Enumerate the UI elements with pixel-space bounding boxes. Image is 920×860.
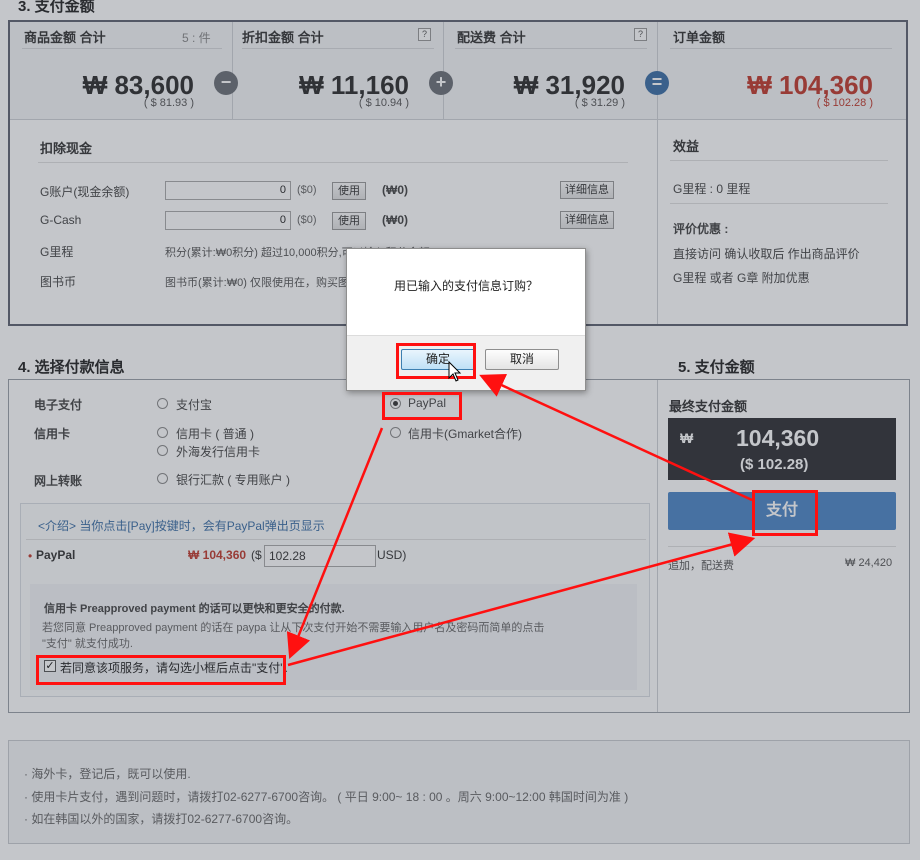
deduct-cash-title: 扣除现金 [40,141,93,156]
extra-shipping-label: 追加，配送费 [668,560,734,572]
radio-bank[interactable] [157,473,168,484]
discount-total-usd: ( $ 10.94 ) [358,97,409,109]
book-coin-text: 图书币(累计:₩0) 仅限使用在，购买图书时 [165,277,371,289]
credit-card-label: 信用卡 [34,427,71,441]
radio-card-normal[interactable] [157,427,168,438]
benefit-title: 效益 [673,139,700,154]
bullet-icon: • [28,549,33,563]
divider [22,48,222,49]
card-normal-label[interactable]: 信用卡 ( 普通 ) [176,425,254,442]
preapproved-title: 信用卡 Preapproved payment 的话可以更快和更安全的付款. [44,603,345,615]
order-total-label: 订单金额 [673,30,726,45]
divider [26,539,646,540]
shipping-total-usd: ( $ 31.29 ) [574,97,625,109]
radio-card-gmarket[interactable] [390,427,401,438]
product-total-label: 商品金额 合计 [24,30,106,45]
g-cash-won: (₩0) [382,213,408,227]
bank-transfer-label: 网上转账 [34,474,83,488]
paypal-row-label: PayPal [36,548,76,562]
benefit-mileage: G里程 : 0 里程 [673,182,751,196]
discount-total-label: 折扣金额 合计 [242,30,324,45]
g-account-use-button[interactable]: 使用 [332,182,366,200]
annotation-box-ok [396,343,476,379]
extra-shipping-value: ₩ 24,420 [845,557,893,569]
g-cash-input[interactable]: 0 [165,211,291,230]
paypal-usd-prefix: ($ [251,548,262,562]
g-cash-label: G-Cash [40,213,82,227]
radio-alipay[interactable] [157,398,168,409]
g-account-won: (₩0) [382,183,408,197]
notice-line-text: 海外卡，登记后，既可以使用. [31,767,191,781]
paypal-usd-input[interactable]: 102.28 [264,545,376,567]
divider [670,203,888,204]
equals-icon: = [645,71,669,95]
review-benefit-title: 评价优惠 : [673,222,729,236]
book-coin-label: 图书币 [40,275,77,289]
order-total-usd: ( $ 102.28 ) [816,97,873,109]
card-gmarket-label[interactable]: 信用卡(Gmarket合作) [408,425,522,442]
divider [668,546,896,547]
g-account-usd: ($0) [297,184,317,196]
annotation-box-agree [36,655,286,685]
notice-line-text: 如在韩国以外的国家，请拨打02-6277-6700咨询。 [31,812,299,826]
epay-label: 电子支付 [34,398,83,412]
help-icon[interactable]: ? [418,28,431,41]
annotation-box-pay [752,490,818,536]
alipay-label[interactable]: 支付宝 [176,396,212,413]
divider [670,48,892,49]
notice-line: · 使用卡片支付，遇到问题时，请拨打02-6277-6700咨询。 ( 平日 9… [24,790,629,804]
section-title-payment-amount: 3. 支付金额 [18,0,95,15]
divider [657,120,658,324]
g-account-label: G账户(现金余额) [40,185,130,199]
section-title-final-amount: 5. 支付金额 [678,359,755,376]
card-foreign-label[interactable]: 外海发行信用卡 [176,443,260,460]
g-cash-detail-button[interactable]: 详细信息 [560,211,614,229]
annotation-box-paypal [382,392,462,420]
g-mileage-label: G里程 [40,245,74,259]
review-benefit-line2: G里程 或者 G章 附加优惠 [673,271,810,285]
divider [455,48,647,49]
review-benefit-line1: 直接访问 确认收取后 作出商品评价 [673,247,860,261]
final-amount: 104,360 [736,425,820,451]
notice-line-text: 使用卡片支付，遇到问题时，请拨打02-6277-6700咨询。 ( 平日 9:0… [31,790,629,804]
final-usd: ($ 102.28) [740,456,809,473]
divider [670,160,888,161]
notice-line: · 海外卡，登记后，既可以使用. [24,767,191,781]
help-icon[interactable]: ? [634,28,647,41]
won-sign: ₩ [680,430,694,446]
bank-option-label[interactable]: 银行汇款 ( 专用账户 ) [176,471,290,488]
g-cash-use-button[interactable]: 使用 [332,212,366,230]
divider [38,162,628,163]
product-total-usd: ( $ 81.93 ) [143,97,194,109]
paypal-usd-suffix: USD) [377,548,407,562]
preapproved-line2: "支付" 就支付成功. [42,638,133,650]
g-cash-usd: ($0) [297,214,317,226]
g-account-detail-button[interactable]: 详细信息 [560,181,614,199]
shipping-total-label: 配送费 合计 [457,30,526,45]
paypal-intro: <介绍> 当你点击[Pay]按键时，会有PayPal弹出页显示 [38,519,325,533]
final-amount-label: 最终支付金额 [669,399,748,414]
dialog-cancel-button[interactable]: 取消 [485,349,559,370]
divider [657,380,658,712]
radio-card-foreign[interactable] [157,445,168,456]
paypal-won-amount: ₩ 104,360 [188,548,247,562]
divider [242,48,434,49]
dialog-message: 用已输入的支付信息订购？ [393,279,538,293]
notice-line: · 如在韩国以外的国家，请拨打02-6277-6700咨询。 [24,812,299,826]
item-count: 5 : 件 [182,31,211,45]
section-title-payment-info: 4. 选择付款信息 [18,359,125,376]
preapproved-line1: 若您同意 Preapproved payment 的话在 paypa 让从下次支… [42,622,545,634]
g-account-input[interactable]: 0 [165,181,291,200]
